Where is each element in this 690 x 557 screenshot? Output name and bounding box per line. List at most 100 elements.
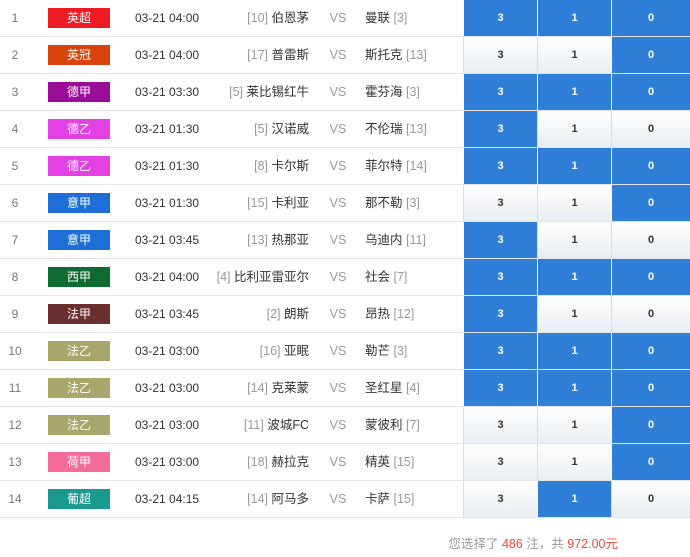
away-team-name: 社会 [365,270,391,284]
away-team: 霍芬海 [3] [365,74,420,110]
bet-option-win[interactable]: 3 [463,37,537,73]
bet-option-draw[interactable]: 1 [537,37,611,73]
home-team-name: 莱比锡红牛 [246,85,309,99]
bet-option-loss[interactable]: 0 [611,222,690,258]
bet-option-win[interactable]: 3 [463,148,537,184]
bet-option-win[interactable]: 3 [463,370,537,406]
bet-option-loss[interactable]: 0 [611,407,690,443]
row-number: 4 [11,122,19,136]
away-team-rank: [7] [393,270,408,284]
row-number: 1 [11,11,19,25]
bet-option-loss[interactable]: 0 [611,185,690,221]
match-time: 03-21 01:30 [135,159,200,173]
match-time: 03-21 04:00 [135,11,200,25]
away-team-rank: [3] [393,11,408,25]
home-team: [8] 卡尔斯 [254,148,309,184]
bet-option-loss[interactable]: 0 [611,37,690,73]
match-row: 11 法乙 03-21 03:00 [14] 克莱蒙 VS 圣红星 [4] 3 1 0 [0,370,690,407]
bet-option-loss[interactable]: 0 [611,333,690,369]
vs-label: VS [329,11,347,25]
bet-option-win[interactable]: 3 [463,74,537,110]
away-team-name: 那不勒 [365,196,403,210]
bet-option-draw[interactable]: 1 [537,0,611,36]
match-time: 03-21 03:30 [135,85,200,99]
away-team-rank: [4] [406,381,420,395]
bet-option-win[interactable]: 3 [463,444,537,480]
home-team-rank: [2] [266,307,281,321]
league-badge: 法乙 [48,341,110,361]
league-badge: 德乙 [48,156,110,176]
bet-option-draw[interactable]: 1 [537,481,611,517]
home-team: [18] 赫拉克 [247,444,309,480]
away-team-name: 卡萨 [365,492,391,506]
league-badge: 英超 [48,8,110,28]
home-team-rank: [8] [254,159,268,173]
bet-option-draw[interactable]: 1 [537,333,611,369]
bet-option-draw[interactable]: 1 [537,296,611,332]
bet-option-loss[interactable]: 0 [611,0,690,36]
away-team-name: 霍芬海 [365,85,403,99]
home-team-rank: [11] [243,418,264,432]
match-time: 03-21 01:30 [135,196,200,210]
home-team-rank: [14] [247,492,268,506]
bet-option-draw[interactable]: 1 [537,222,611,258]
away-team: 昂热 [12] [365,296,414,332]
away-team: 曼联 [3] [365,0,407,36]
bet-option-win[interactable]: 3 [463,185,537,221]
home-team: [13] 热那亚 [247,222,309,258]
away-team: 社会 [7] [365,259,407,295]
bet-option-loss[interactable]: 0 [611,481,690,517]
row-number: 7 [11,233,19,247]
match-list: 1 英超 03-21 04:00 [10] 伯恩茅 VS 曼联 [3] 3 1 0 2 英冠 03-2… [0,0,690,518]
bet-option-loss[interactable]: 0 [611,370,690,406]
match-row: 14 葡超 03-21 04:15 [14] 阿马多 VS 卡萨 [15] 3 1 0 [0,481,690,518]
bet-option-win[interactable]: 3 [463,333,537,369]
bet-option-draw[interactable]: 1 [537,370,611,406]
vs-label: VS [329,196,347,210]
bet-option-draw[interactable]: 1 [537,407,611,443]
bet-option-loss[interactable]: 0 [611,444,690,480]
home-team-rank: [17] [247,48,268,62]
bet-option-draw[interactable]: 1 [537,148,611,184]
bet-option-draw[interactable]: 1 [537,185,611,221]
away-team-name: 圣红星 [365,381,403,395]
match-row: 13 荷甲 03-21 03:00 [18] 赫拉克 VS 精英 [15] 3 1 0 [0,444,690,481]
bet-option-draw[interactable]: 1 [537,111,611,147]
bet-option-win[interactable]: 3 [463,0,537,36]
home-team-rank: [13] [247,233,268,247]
vs-label: VS [329,418,347,432]
bet-option-loss[interactable]: 0 [611,74,690,110]
bet-option-win[interactable]: 3 [463,259,537,295]
match-row: 8 西甲 03-21 04:00 [4] 比利亚雷亚尔 VS 社会 [7] 3 1 0 [0,259,690,296]
away-team-rank: [11] [406,233,426,247]
home-team: [14] 阿马多 [247,481,309,517]
bet-option-win[interactable]: 3 [463,407,537,443]
home-team: [15] 卡利亚 [247,185,309,221]
bet-option-draw[interactable]: 1 [537,74,611,110]
bet-option-win[interactable]: 3 [463,481,537,517]
match-time: 03-21 04:15 [135,492,200,506]
match-time: 03-21 03:45 [135,307,200,321]
vs-label: VS [329,307,347,321]
bet-option-draw[interactable]: 1 [537,444,611,480]
bet-option-win[interactable]: 3 [463,296,537,332]
home-team: [4] 比利亚雷亚尔 [217,259,309,295]
home-team-name: 比利亚雷亚尔 [233,270,309,284]
away-team: 乌迪内 [11] [365,222,426,258]
bet-option-loss[interactable]: 0 [611,148,690,184]
bet-option-loss[interactable]: 0 [611,259,690,295]
home-team-name: 波城FC [267,418,309,432]
home-team-rank: [14] [247,381,268,395]
home-team-name: 克莱蒙 [271,381,309,395]
bet-option-draw[interactable]: 1 [537,259,611,295]
summary-middle: 注，共 [522,537,568,551]
bet-option-win[interactable]: 3 [463,111,537,147]
home-team-name: 卡利亚 [271,196,309,210]
bet-option-win[interactable]: 3 [463,222,537,258]
vs-label: VS [329,159,347,173]
away-team: 蒙彼利 [7] [365,407,420,443]
bet-option-loss[interactable]: 0 [611,111,690,147]
bet-option-loss[interactable]: 0 [611,296,690,332]
match-row: 7 意甲 03-21 03:45 [13] 热那亚 VS 乌迪内 [11] 3 1 0 [0,222,690,259]
vs-label: VS [329,455,347,469]
